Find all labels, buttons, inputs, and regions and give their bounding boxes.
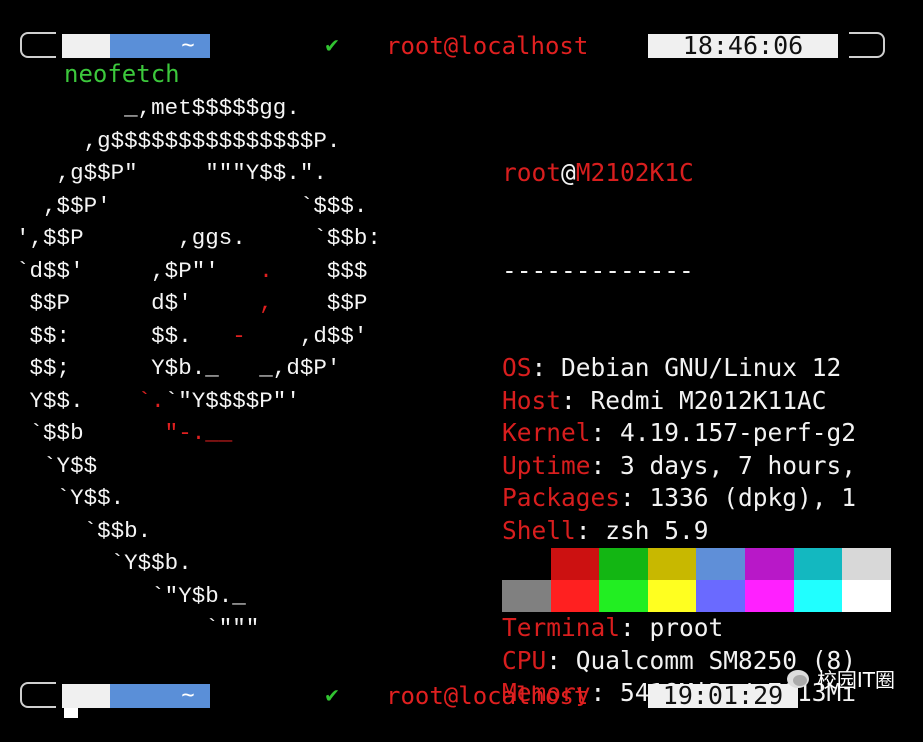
debian-ascii-logo: _,met$$$$$gg. ,g$$$$$$$$$$$$$$$P. ,g$$P"… — [16, 92, 381, 645]
user-host: root@localhost — [386, 682, 589, 710]
user-icon — [352, 34, 374, 58]
ascii-line: `"Y$b._ — [151, 582, 246, 609]
top-prompt-bar: ~ ✔ root@localhost 18:46:06 — [0, 26, 923, 60]
color-swatch — [744, 580, 794, 612]
info-value: : Redmi M2012K11AC — [561, 385, 827, 415]
ascii-line: ,$$P' `$$$. — [43, 192, 368, 219]
ascii-line: `$$b "-.__ — [29, 420, 233, 446]
info-row: OS: Debian GNU/Linux 12 — [502, 352, 856, 385]
clock-time: 19:01:29 — [648, 681, 798, 710]
color-swatch — [647, 580, 697, 612]
info-separator: ------------- — [502, 255, 694, 285]
color-swatch — [842, 548, 891, 580]
info-user: root — [502, 158, 562, 187]
user-icon — [352, 684, 374, 708]
ascii-line: `Y$$. — [56, 485, 125, 511]
info-value: : 3 days, 7 hours, — [590, 450, 857, 480]
wechat-icon — [786, 669, 809, 688]
info-rows: OS: Debian GNU/Linux 12 Host: Redmi M2012… — [502, 352, 856, 710]
ascii-line: `Y$$b. — [110, 550, 192, 576]
color-swatch — [550, 548, 600, 580]
color-swatch — [793, 580, 843, 612]
palette-bright-row — [502, 580, 891, 612]
info-row: Terminal: proot — [502, 612, 856, 645]
ascii-line: ,g$$$$$$$$$$$$$$$P. — [83, 127, 341, 154]
ascii-line: ',$$P ,ggs. `$$b: — [16, 225, 381, 251]
info-value: : proot — [620, 613, 724, 642]
color-swatch — [502, 580, 551, 612]
clock-separator-icon — [626, 684, 646, 708]
info-key: Packages — [502, 483, 621, 512]
command-line: neofetch — [64, 60, 180, 88]
folder-icon — [110, 684, 140, 708]
info-key: Host — [502, 385, 562, 415]
info-row: Shell: zsh 5.9 — [502, 515, 856, 548]
info-row: Host: Redmi M2012K11AC — [502, 385, 856, 418]
info-title: root@M2102K1C — [502, 157, 856, 190]
clock-time-text: 19:01:29 — [662, 681, 784, 710]
info-key: OS — [502, 353, 532, 382]
clock-separator-icon — [626, 34, 646, 58]
folder-icon — [110, 34, 140, 58]
ascii-line: $$: $$. - ,d$$' — [29, 322, 368, 349]
color-swatch — [599, 548, 648, 580]
ascii-line: Y$$. `.`"Y$$$$P"' — [29, 387, 300, 414]
info-value: : 4.19.157-perf-g2 — [590, 418, 857, 447]
color-palette — [502, 548, 891, 612]
palette-normal-row — [502, 548, 891, 580]
ascii-line: `d$$' ,$P"' . $$$ — [16, 257, 368, 284]
success-check-icon: ✔ — [325, 683, 339, 708]
info-value: : zsh 5.9 — [575, 515, 709, 545]
info-value: : Debian GNU/Linux 12 — [531, 353, 842, 382]
system-info: root@M2102K1C ------------- OS: Debian G… — [502, 92, 856, 742]
home-icon — [140, 684, 166, 708]
color-swatch — [696, 548, 745, 580]
color-swatch — [696, 580, 745, 612]
bottom-prompt-bar: ~ ✔ root@localhost 19:01:29 — [0, 676, 923, 710]
ascii-line: ,g$$P" """Y$$.". — [56, 160, 327, 186]
info-row: Packages: 1336 (dpkg), 1 — [502, 482, 856, 515]
terminal-cursor — [64, 708, 78, 718]
info-key: Kernel — [502, 418, 591, 447]
info-row: Uptime: 3 days, 7 hours, — [502, 450, 856, 483]
ascii-line: `$$b. — [83, 517, 152, 544]
current-dir: ~ — [166, 684, 210, 708]
color-swatch — [502, 548, 551, 580]
os-icon — [62, 684, 110, 708]
ascii-line: `Y$$ — [43, 452, 98, 479]
info-at: @ — [561, 158, 576, 187]
ascii-line: $$P d$' , $$P — [29, 290, 368, 316]
color-swatch — [550, 580, 600, 612]
info-key: CPU — [502, 645, 547, 675]
prompt-glyph — [44, 34, 62, 58]
watermark: 校园IT圈 — [786, 664, 895, 693]
color-swatch — [744, 548, 794, 580]
user-host: root@localhost — [386, 32, 589, 60]
info-key: Shell — [502, 515, 576, 545]
info-row: Kernel: 4.19.157-perf-g2 — [502, 417, 856, 450]
os-icon — [62, 34, 110, 58]
prompt-glyph — [44, 684, 62, 708]
color-swatch — [793, 548, 843, 580]
segment-end-icon — [210, 684, 226, 708]
info-key: Terminal — [502, 613, 621, 642]
home-icon — [140, 34, 166, 58]
ascii-line: _,met$$$$$gg. — [124, 95, 300, 121]
color-swatch — [842, 580, 891, 612]
color-swatch — [599, 580, 648, 612]
success-check-icon: ✔ — [325, 33, 339, 58]
segment-end-icon — [210, 34, 226, 58]
info-key: Uptime — [502, 450, 591, 480]
watermark-text: 校园IT圈 — [816, 668, 895, 692]
info-host: M2102K1C — [575, 158, 694, 187]
color-swatch — [647, 548, 697, 580]
ascii-line: $$; Y$b._ _,d$P' — [29, 355, 341, 381]
clock-time-text: 18:46:06 — [682, 31, 804, 60]
ascii-line: `""" — [205, 615, 260, 641]
info-value: : 1336 (dpkg), 1 — [620, 483, 857, 512]
right-bracket — [849, 32, 885, 58]
clock-time: 18:46:06 — [648, 31, 838, 60]
current-dir: ~ — [166, 34, 210, 58]
